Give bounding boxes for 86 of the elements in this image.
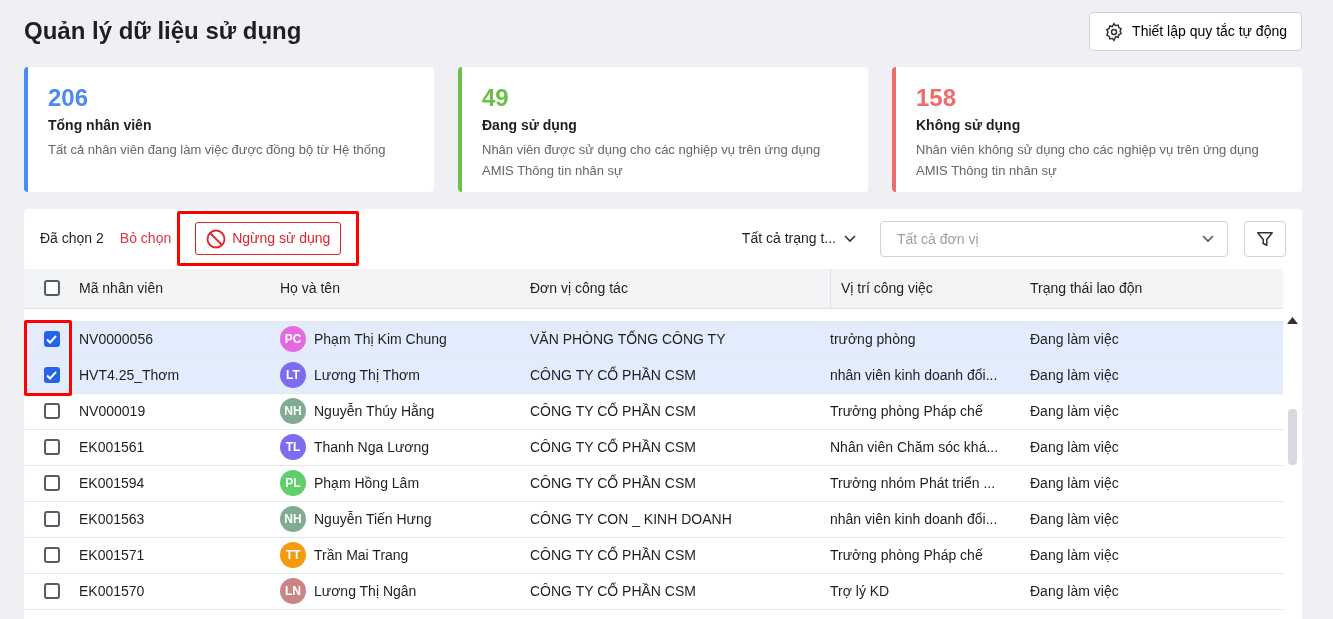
table-cell-text: Lương Thị Ngân: [314, 582, 417, 601]
checkbox[interactable]: [43, 547, 60, 564]
table-cell-text: trưởng phòng: [830, 330, 917, 349]
settings-button[interactable]: Thiết lập quy tắc tự động: [1089, 12, 1302, 51]
card-title: Đang sử dụng: [482, 116, 578, 136]
chevron-down-icon: [844, 235, 856, 243]
avatar: LN: [280, 578, 306, 605]
table-cell-text: CÔNG TY CỔ PHẦN CSM: [530, 581, 697, 601]
column-header: Đơn vị công tác: [530, 279, 629, 298]
card-description: Nhân viên được sử dụng cho các nghiệp vụ trên ứng dụng AMIS Thông tin nhân sự: [482, 141, 822, 181]
column-header: Trạng thái lao độn: [1030, 279, 1144, 298]
table-cell-text: Thanh Nga Lương: [314, 438, 430, 457]
checkbox[interactable]: [43, 280, 60, 297]
page-title: Quản lý dữ liệu sử dụng: [24, 17, 302, 46]
table-cell-text: Phạm Hồng Lâm: [314, 474, 420, 493]
table-cell-text: Đang làm việc: [1030, 582, 1120, 601]
filter-button[interactable]: [1244, 221, 1286, 257]
avatar: NH: [280, 398, 306, 425]
table-cell-text: Đang làm việc: [1030, 402, 1120, 421]
checkbox[interactable]: [43, 475, 60, 492]
table-cell-text: CÔNG TY CỔ PHẦN CSM: [530, 473, 697, 493]
card-title: Tổng nhân viên: [48, 116, 153, 136]
table-cell-text: nhân viên kinh doanh đổi...: [830, 366, 999, 385]
checkbox[interactable]: [43, 511, 60, 528]
count-number: 158: [916, 85, 958, 112]
unit-filter[interactable]: Tất cả đơn vị: [880, 221, 1228, 257]
selected-count: Đã chọn 2: [40, 229, 104, 249]
table-cell-text: Lương Thị Thơm: [314, 366, 420, 385]
table-cell-text: HVT4.25_Thơm: [79, 366, 181, 385]
table-cell-text: Phạm Thị Kim Chung: [314, 330, 447, 349]
avatar: PL: [280, 470, 306, 497]
avatar: TL: [280, 434, 306, 461]
table-cell-text: Nguyễn Tiến Hưng: [314, 510, 432, 529]
table-cell-text: EK001563: [79, 510, 146, 529]
card-description: Tất cả nhân viên đang làm việc được đồng bộ từ Hệ thống: [48, 141, 387, 160]
scrollbar-thumb[interactable]: [1288, 409, 1297, 465]
scroll-up-icon[interactable]: [1287, 317, 1298, 324]
status-filter[interactable]: Tất cả trạng t...: [741, 228, 836, 250]
table-cell-text: Đang làm việc: [1030, 366, 1120, 385]
card-description: Nhân viên không sử dụng cho các nghiệp vụ trên ứng dụng AMIS Thông tin nhân sự: [916, 141, 1260, 181]
filter-icon: [1256, 230, 1274, 248]
prohibited-icon: [206, 229, 227, 249]
table-cell-text: CÔNG TY CỔ PHẦN CSM: [530, 365, 697, 385]
clear-selection-link[interactable]: Bỏ chọn: [119, 228, 172, 250]
checkbox[interactable]: [43, 583, 60, 600]
card-title: Không sử dụng: [916, 116, 1022, 136]
avatar: NH: [280, 506, 306, 533]
table-cell-text: nhân viên kinh doanh đổi...: [830, 510, 999, 529]
table-cell-text: Trưởng nhóm Phát triển ...: [830, 474, 997, 493]
table-cell-text: CÔNG TY CON _ KINH DOANH: [530, 510, 733, 529]
checkbox[interactable]: [43, 367, 60, 384]
table-cell-text: EK001570: [79, 582, 146, 601]
table-cell-text: Đang làm việc: [1030, 510, 1120, 529]
table-cell-text: Đang làm việc: [1030, 438, 1120, 457]
table-cell-text: NV000019: [79, 402, 147, 421]
table-cell-text: EK001571: [79, 546, 146, 565]
table-cell-text: Đang làm việc: [1030, 474, 1120, 493]
table-cell-text: EK001594: [79, 474, 146, 493]
column-header: Vị trí công việc: [830, 268, 1030, 309]
chevron-down-icon: [1202, 235, 1214, 243]
table-cell-text: CÔNG TY CỔ PHẦN CSM: [530, 401, 697, 421]
table-cell-text: Đang làm việc: [1030, 330, 1120, 349]
avatar: TT: [280, 542, 306, 569]
checkbox[interactable]: [43, 403, 60, 420]
settings-icon: [1104, 21, 1125, 42]
count-number: 206: [48, 85, 90, 112]
table-cell-text: Trưởng phòng Pháp chế: [830, 402, 984, 421]
table-cell-text: Đang làm việc: [1030, 546, 1120, 565]
count-number: 49: [482, 85, 510, 112]
checkbox[interactable]: [43, 331, 60, 348]
table-cell-text: Trần Mai Trang: [314, 546, 409, 565]
table-cell-text: CÔNG TY CỔ PHẦN CSM: [530, 437, 697, 457]
table-cell-text: CÔNG TY CỔ PHẦN CSM: [530, 545, 697, 565]
table-cell-text: NV0000056: [79, 330, 154, 349]
table-cell-text: Nhân viên Chăm sóc khá...: [830, 438, 1000, 457]
table-cell-text: VĂN PHÒNG TỔNG CÔNG TY: [530, 329, 727, 349]
table-cell-text: Trưởng phòng Pháp chế: [830, 546, 984, 565]
column-header: Mã nhân viên: [79, 279, 165, 298]
avatar: LT: [280, 362, 306, 389]
column-header: Họ và tên: [280, 279, 341, 298]
table-cell-text: EK001561: [79, 438, 146, 457]
avatar: PC: [280, 326, 306, 353]
checkbox[interactable]: [43, 439, 60, 456]
table-cell-text: Nguyễn Thúy Hằng: [314, 402, 435, 421]
table-cell-text: Trợ lý KD: [830, 582, 891, 601]
stop-using-button[interactable]: Ngừng sử dụng: [195, 222, 342, 256]
